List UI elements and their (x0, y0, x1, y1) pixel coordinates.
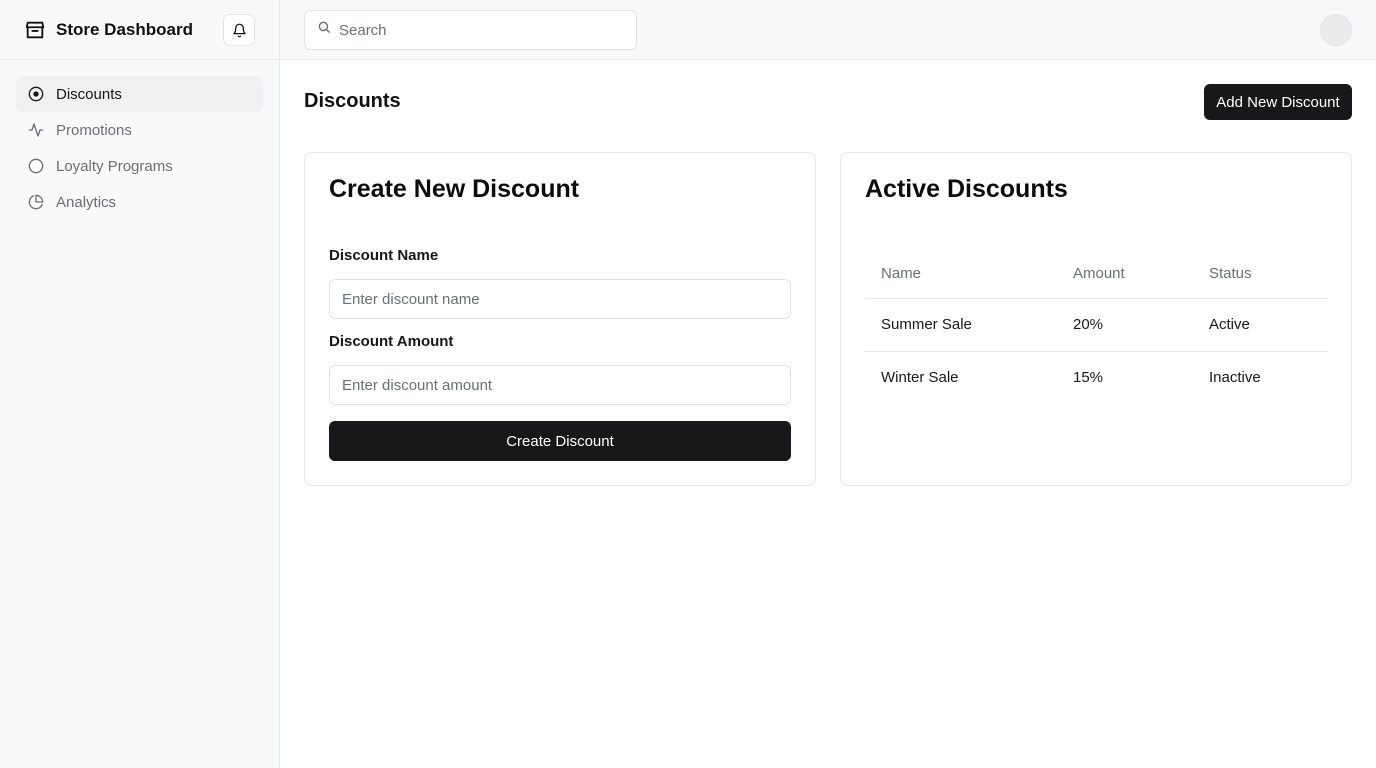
sidebar-item-label: Discounts (56, 85, 122, 103)
sidebar-header: Store Dashboard (0, 0, 279, 60)
search-icon (317, 20, 331, 34)
sidebar-item-label: Loyalty Programs (56, 157, 173, 175)
discount-status-cell: Inactive (1209, 369, 1261, 387)
search-input[interactable] (339, 21, 619, 39)
discount-name-label: Discount Name (329, 247, 439, 264)
create-discount-button[interactable]: Create Discount (329, 421, 791, 461)
create-discount-title: Create New Discount (329, 175, 580, 203)
page-title: Discounts (304, 90, 401, 112)
activity-icon (28, 122, 44, 138)
column-header-name[interactable]: Name (865, 249, 1057, 299)
pie-chart-icon (28, 194, 44, 210)
create-discount-card: Create New Discount Discount Name Discou… (304, 152, 816, 486)
sidebar-item-discounts[interactable]: Discounts (16, 76, 263, 112)
sidebar-item-analytics[interactable]: Analytics (16, 184, 263, 220)
bell-icon (232, 23, 247, 38)
discount-name-cell: Summer Sale (865, 298, 1057, 352)
discount-amount-input[interactable] (329, 365, 791, 405)
discount-amount-cell: 15% (1073, 369, 1104, 387)
sidebar-item-label: Promotions (56, 121, 132, 139)
discount-name-cell: Winter Sale (881, 369, 959, 387)
discount-amount-cell: 20% (1057, 298, 1193, 352)
circle-icon (28, 158, 44, 174)
column-header-amount[interactable]: Amount (1057, 249, 1193, 299)
sidebar-nav: Discounts Promotions Loyalty Programs An… (0, 60, 279, 236)
discount-status-cell: Active (1193, 298, 1328, 352)
discount-amount-label: Discount Amount (329, 333, 454, 350)
store-icon (24, 19, 46, 41)
sidebar-item-promotions[interactable]: Promotions (16, 112, 263, 148)
add-new-discount-button[interactable]: Add New Discount (1204, 84, 1352, 120)
active-discounts-card: Active Discounts Name Amount Status Summ… (840, 152, 1352, 486)
sidebar-item-loyalty-programs[interactable]: Loyalty Programs (16, 148, 263, 184)
active-discounts-table: Name Amount Status Summer Sale 20% Activ… (865, 249, 1328, 404)
target-icon (28, 86, 44, 102)
notifications-button[interactable] (223, 14, 255, 46)
brand-title: Store Dashboard (56, 19, 193, 39)
sidebar: Store Dashboard Discounts Promotions Loy… (0, 0, 280, 768)
column-header-status[interactable]: Status (1193, 249, 1328, 299)
sidebar-item-label: Analytics (56, 193, 117, 211)
active-discounts-title: Active Discounts (865, 175, 1068, 203)
search-box[interactable] (304, 10, 637, 50)
user-avatar[interactable] (1320, 14, 1352, 46)
top-bar (280, 0, 1376, 60)
table-row[interactable]: Summer Sale 20% Active (865, 298, 1328, 352)
table-row[interactable]: Winter Sale 15% Inactive (865, 351, 1328, 404)
table-header-row: Name Amount Status (865, 249, 1328, 299)
discount-name-input[interactable] (329, 279, 791, 319)
